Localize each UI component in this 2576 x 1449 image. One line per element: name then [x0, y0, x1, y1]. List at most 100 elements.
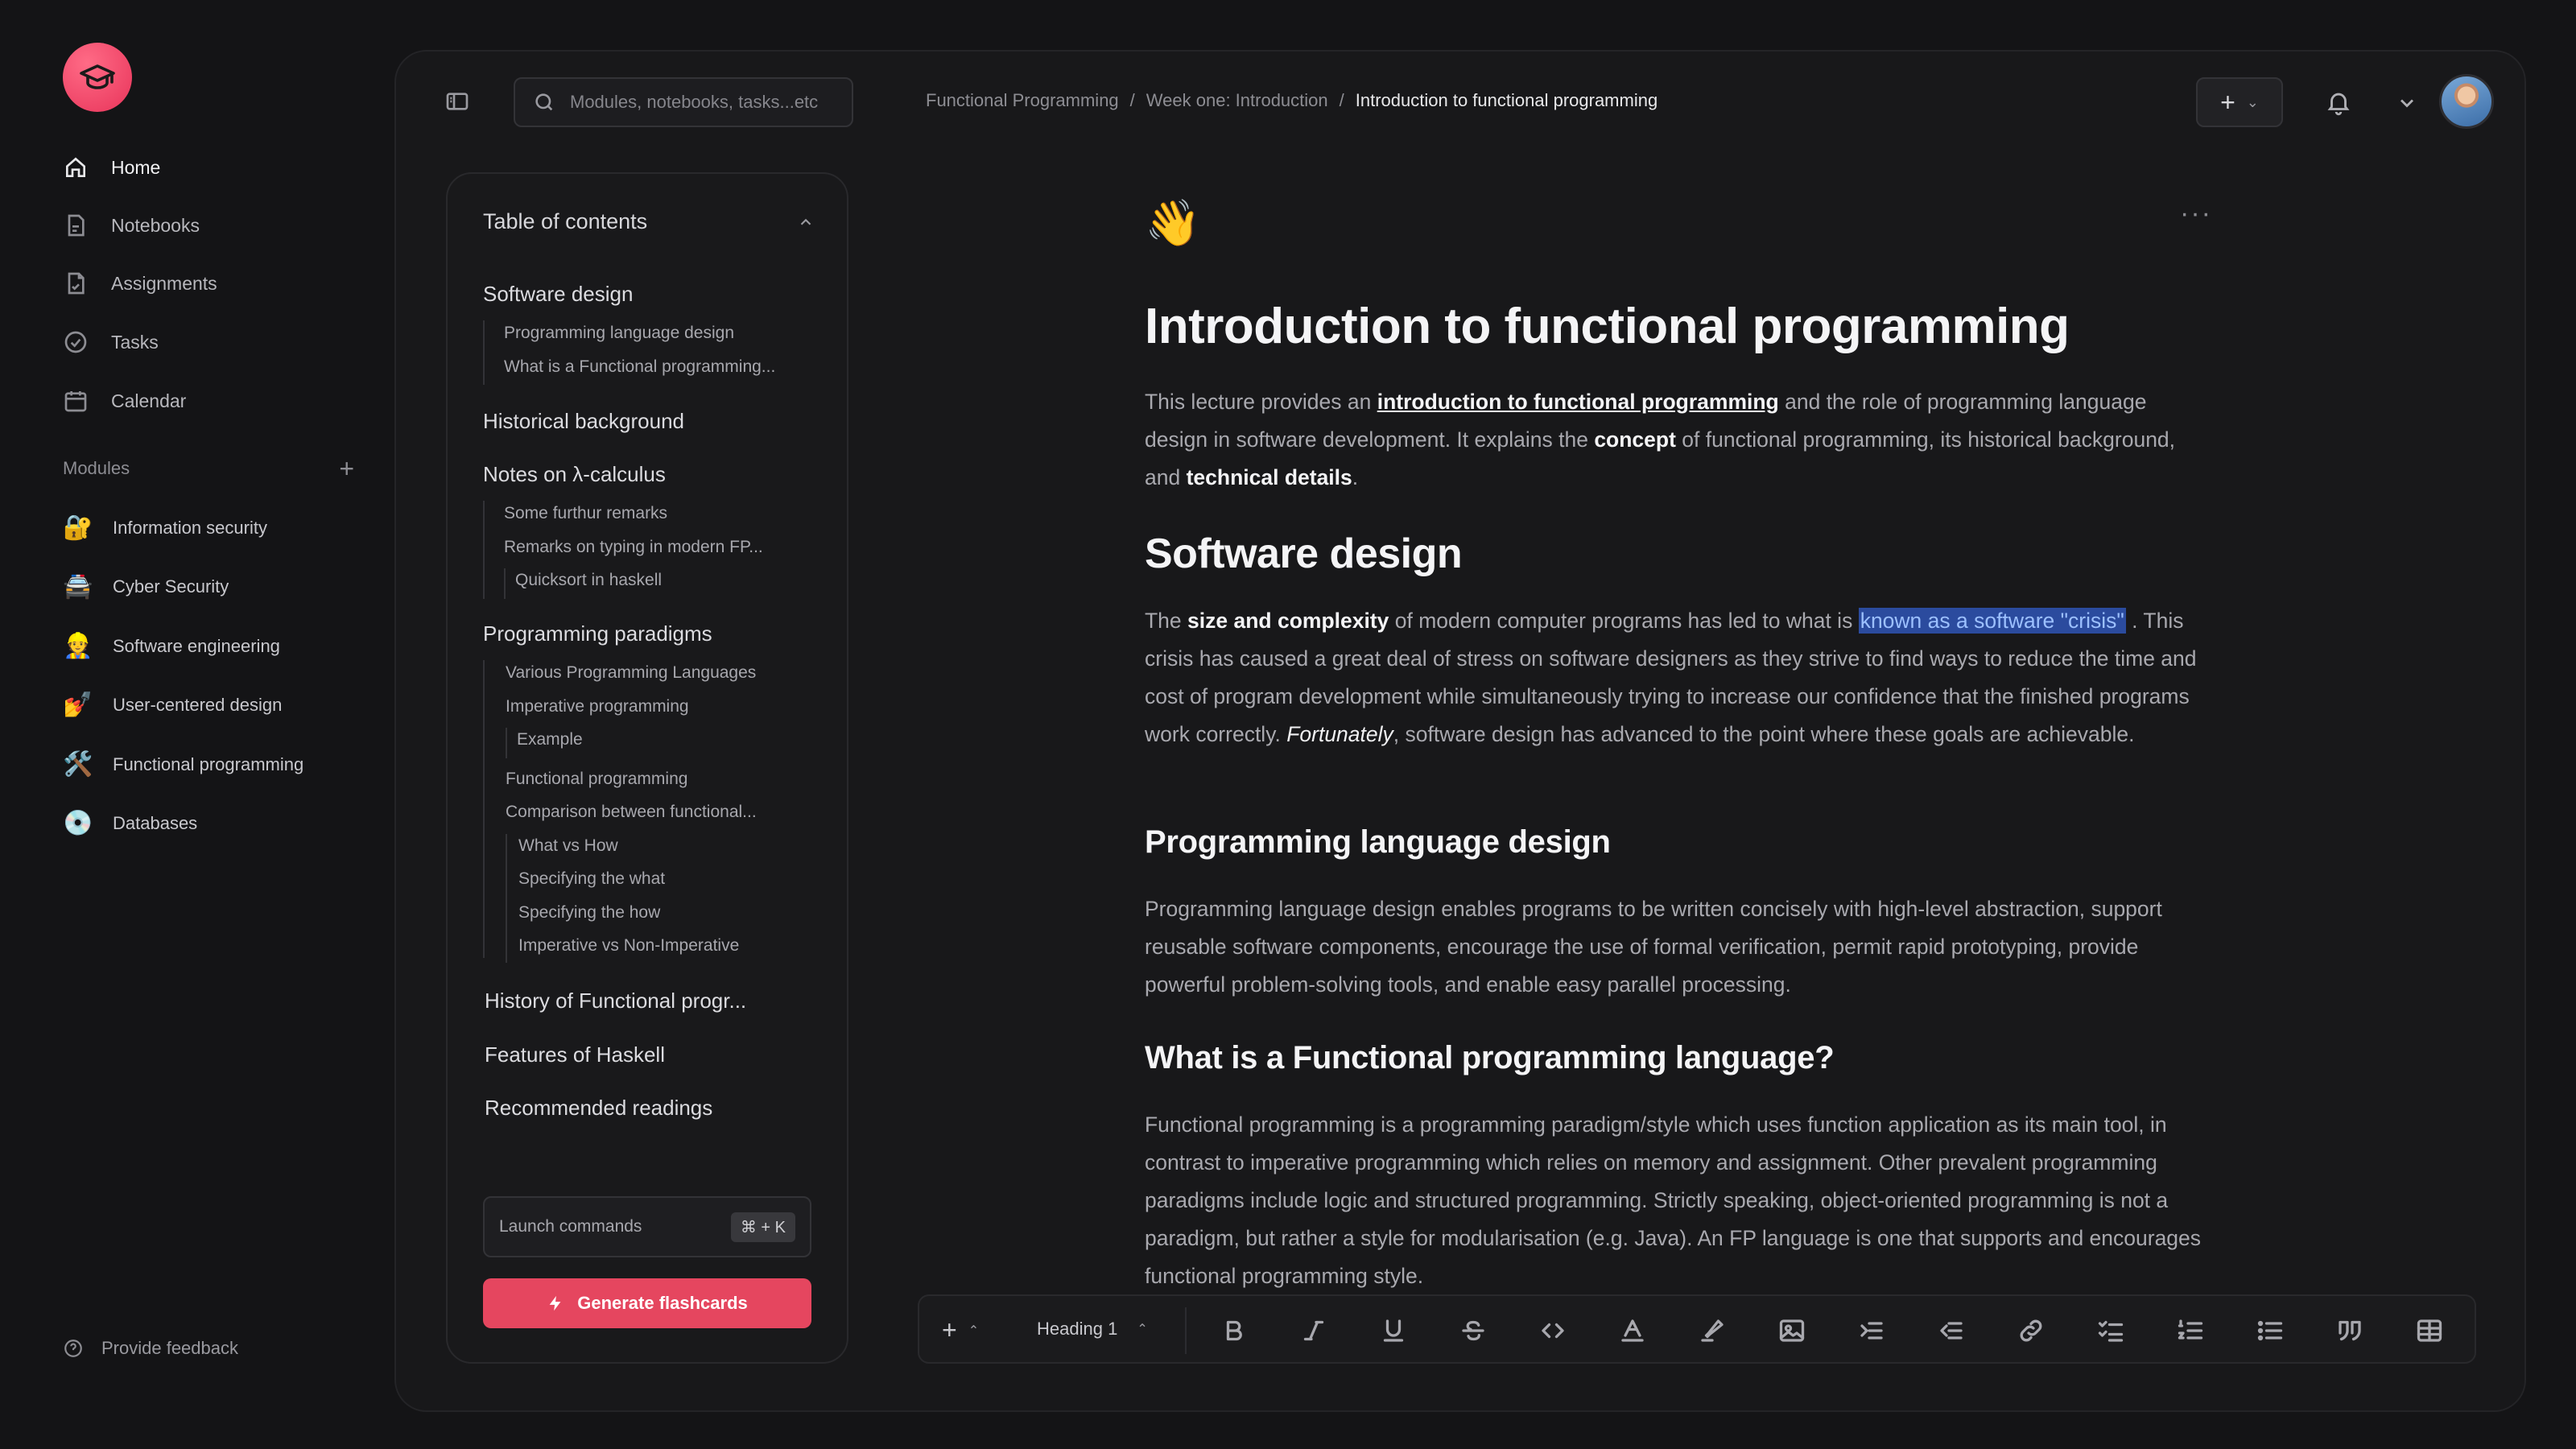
insert-block-button[interactable]: + ⌃ — [942, 1315, 979, 1345]
search-input[interactable] — [570, 92, 844, 113]
nav-item-label: Assignments — [111, 272, 217, 294]
toc-subitem[interactable]: What is a Functional programming... — [504, 357, 775, 377]
toc-subitem[interactable]: Specifying the how — [518, 903, 660, 923]
notifications-button[interactable] — [2325, 89, 2352, 116]
document-title[interactable]: Introduction to functional programming — [1145, 298, 2070, 355]
waving-hand-icon[interactable]: 👋 — [1145, 196, 1201, 250]
nav-item-assignments[interactable]: Assignments — [63, 261, 217, 306]
more-options-icon[interactable]: ··· — [2180, 200, 2212, 227]
bold-button[interactable] — [1219, 1315, 1249, 1346]
avatar[interactable] — [2439, 74, 2494, 129]
module-item[interactable]: 👷 Software engineering — [63, 624, 280, 669]
checklist-button[interactable] — [2095, 1315, 2126, 1346]
underline-icon — [1383, 1319, 1404, 1342]
heading-what-is-fp[interactable]: What is a Functional programming languag… — [1145, 1040, 1835, 1076]
software-design-paragraph[interactable]: The size and complexity of modern comput… — [1145, 602, 2207, 753]
toc-item[interactable]: Recommended readings — [485, 1096, 712, 1121]
ordered-list-icon — [2178, 1319, 2203, 1340]
intro-link[interactable]: introduction to functional programming — [1377, 390, 1779, 414]
calendar-icon — [64, 391, 87, 412]
toc-item[interactable]: History of Functional progr... — [485, 989, 746, 1013]
outdent-button[interactable] — [1936, 1315, 1967, 1346]
module-item[interactable]: 💿 Databases — [63, 801, 197, 846]
text-color-button[interactable] — [1617, 1315, 1648, 1346]
toc-subitem[interactable]: What vs How — [518, 836, 618, 856]
indent-button[interactable] — [1856, 1315, 1887, 1346]
nav-item-notebooks[interactable]: Notebooks — [63, 203, 200, 248]
toc-indent-line — [483, 660, 485, 958]
toc-subitem[interactable]: Imperative vs Non-Imperative — [518, 936, 739, 956]
nav-item-home[interactable]: Home — [63, 145, 160, 190]
ordered-list-button[interactable] — [2175, 1315, 2206, 1346]
code-button[interactable] — [1538, 1315, 1568, 1346]
sidebar: Home Notebooks Assignments Tasks Calenda… — [0, 0, 394, 1449]
sidebar-toggle-button[interactable] — [444, 89, 470, 114]
toc-subitem[interactable]: Quicksort in haskell — [515, 571, 662, 590]
toc-subitem[interactable]: Specifying the what — [518, 869, 665, 889]
heading-programming-language-design[interactable]: Programming language design — [1145, 824, 1611, 861]
main-panel: Functional Programming / Week one: Intro… — [394, 50, 2526, 1412]
toc-item[interactable]: Features of Haskell — [485, 1042, 665, 1067]
text-run: . — [1352, 465, 1359, 489]
bullet-list-button[interactable] — [2255, 1315, 2285, 1346]
nav-item-tasks[interactable]: Tasks — [63, 320, 159, 365]
toc-subitem[interactable]: Remarks on typing in modern FP... — [504, 538, 763, 557]
toc-item[interactable]: Notes on λ-calculus — [483, 462, 666, 487]
blockquote-button[interactable] — [2334, 1315, 2365, 1346]
graduation-cap-icon — [80, 64, 115, 89]
breadcrumb-separator: / — [1129, 90, 1135, 110]
italic-button[interactable] — [1298, 1315, 1329, 1346]
insert-table-button[interactable] — [2414, 1315, 2445, 1346]
provide-feedback-link[interactable]: Provide feedback — [63, 1338, 238, 1359]
toc-subitem[interactable]: Functional programming — [506, 770, 687, 789]
insert-image-button[interactable] — [1777, 1315, 1807, 1346]
breadcrumb-item[interactable]: Week one: Introduction — [1146, 90, 1328, 111]
module-item[interactable]: 🛠️ Functional programming — [63, 742, 303, 787]
toc-subitem[interactable]: Imperative programming — [506, 697, 689, 716]
toc-subitem[interactable]: Some furthur remarks — [504, 504, 667, 523]
module-item[interactable]: 🚔 Cyber Security — [63, 564, 229, 609]
toc-item[interactable]: Historical background — [483, 409, 684, 434]
toc-subitem[interactable]: Example — [517, 730, 583, 749]
plus-icon: + — [942, 1315, 957, 1344]
chevron-up-icon: ⌃ — [968, 1323, 980, 1338]
module-label: Functional programming — [113, 754, 304, 774]
block-type-label: Heading 1 — [1037, 1319, 1118, 1339]
generate-flashcards-button[interactable]: Generate flashcards — [483, 1278, 811, 1328]
nav-item-calendar[interactable]: Calendar — [63, 378, 186, 423]
toc-subitem[interactable]: Comparison between functional... — [506, 803, 757, 822]
intro-paragraph[interactable]: This lecture provides an introduction to… — [1145, 383, 2207, 497]
modules-header: Modules + — [63, 456, 354, 481]
account-menu-toggle[interactable] — [2396, 92, 2418, 114]
breadcrumb-current: Introduction to functional programming — [1355, 90, 1658, 110]
strikethrough-button[interactable] — [1458, 1315, 1488, 1346]
launch-commands-button[interactable]: Launch commands ⌘ + K — [483, 1196, 811, 1257]
add-module-icon[interactable]: + — [339, 456, 354, 481]
toc-header[interactable]: Table of contents — [483, 209, 815, 234]
toc-item[interactable]: Software design — [483, 282, 633, 307]
underline-button[interactable] — [1378, 1315, 1409, 1346]
image-icon — [1779, 1319, 1805, 1342]
breadcrumb-item[interactable]: Functional Programming — [926, 90, 1119, 111]
chevron-down-icon — [2401, 99, 2413, 108]
toc-indent-line — [506, 728, 507, 758]
toc-subitem[interactable]: Programming language design — [504, 324, 734, 343]
highlighted-text[interactable]: known as a software "crisis" — [1858, 608, 2126, 634]
fp-paragraph[interactable]: Functional programming is a programming … — [1145, 1106, 2207, 1295]
text-run: This lecture provides an — [1145, 390, 1377, 414]
module-item[interactable]: 🔐 Information security — [63, 506, 267, 551]
heading-software-design[interactable]: Software design — [1145, 530, 1463, 578]
block-type-select[interactable]: Heading 1 ⌃ — [1037, 1319, 1148, 1340]
module-item[interactable]: 💅 User-centered design — [63, 683, 282, 728]
create-new-button[interactable]: + ⌄ — [2196, 77, 2283, 127]
toc-item[interactable]: Programming paradigms — [483, 621, 712, 646]
table-icon — [2417, 1319, 2442, 1342]
toolbar-divider — [1185, 1307, 1187, 1354]
link-button[interactable] — [2016, 1315, 2046, 1346]
app-logo[interactable] — [63, 43, 132, 112]
search-box[interactable] — [514, 77, 853, 127]
link-icon — [2020, 1319, 2042, 1342]
toc-subitem[interactable]: Various Programming Languages — [506, 663, 756, 683]
pld-paragraph[interactable]: Programming language design enables prog… — [1145, 890, 2207, 1004]
highlight-button[interactable] — [1697, 1315, 1728, 1346]
